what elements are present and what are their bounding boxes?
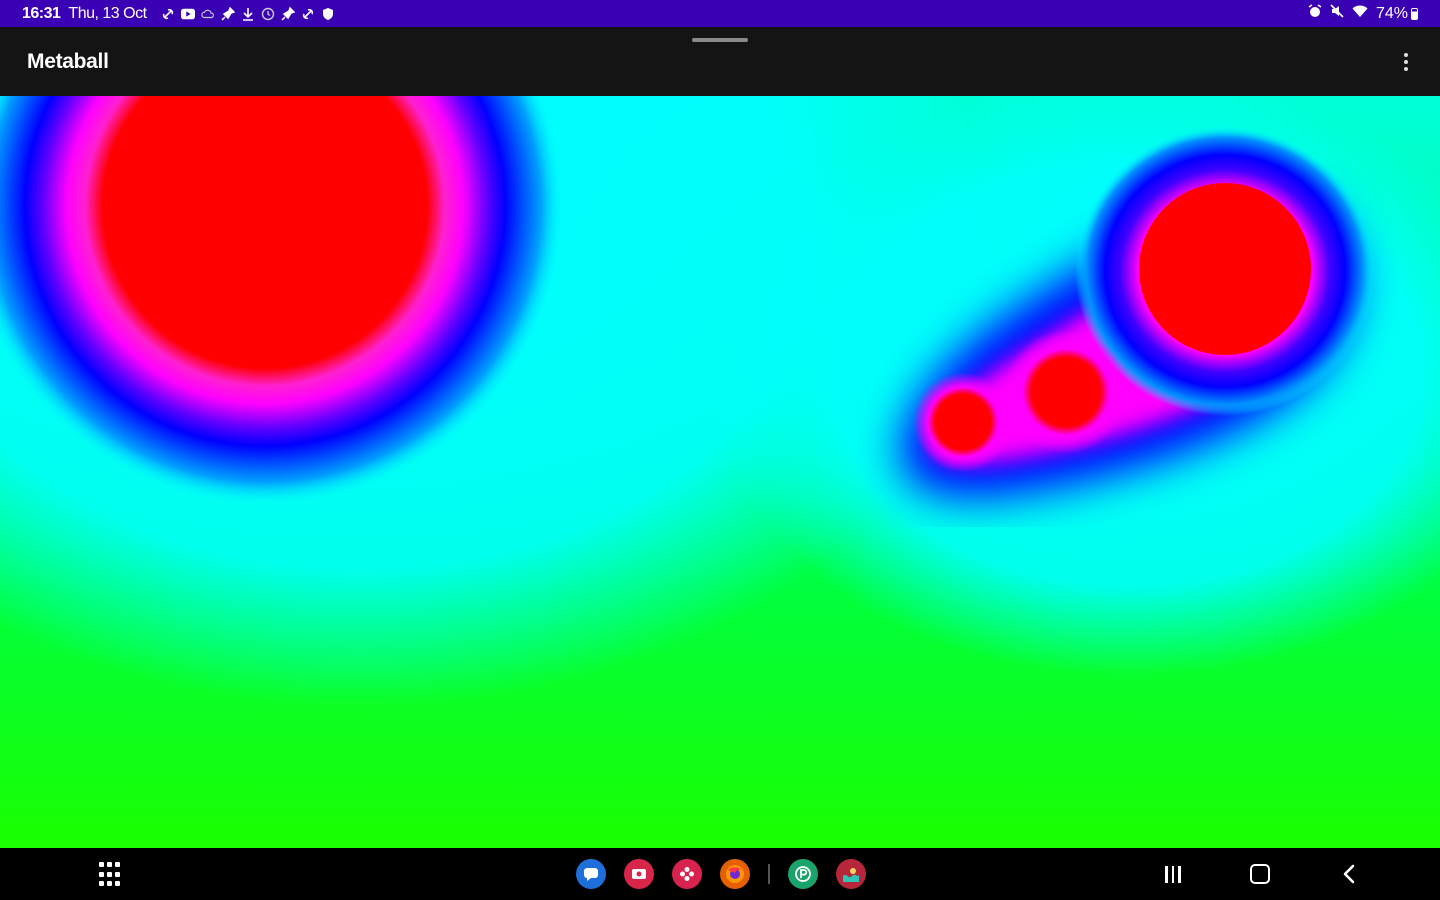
home-icon[interactable]	[1250, 864, 1270, 884]
wave-app-icon[interactable]	[836, 859, 866, 889]
p-app-icon[interactable]	[788, 859, 818, 889]
metaball-small	[913, 372, 1013, 472]
notification-icons	[161, 6, 335, 21]
recents-icon[interactable]	[1162, 864, 1184, 884]
battery-icon	[1411, 7, 1418, 20]
pin-icon	[220, 6, 235, 21]
metaball-medium	[1004, 330, 1128, 454]
status-time: 16:31	[22, 4, 61, 22]
clock-icon	[261, 7, 275, 21]
link-icon	[161, 7, 175, 21]
status-left: 16:31 Thu, 13 Oct	[22, 5, 335, 23]
back-icon[interactable]	[1338, 862, 1360, 886]
app-bar: Metaball	[0, 27, 1440, 96]
mute-icon	[1330, 4, 1344, 23]
pin-icon	[280, 6, 295, 21]
battery-percent: 74%	[1375, 4, 1408, 22]
metaball-field[interactable]	[0, 96, 1440, 848]
overflow-menu-icon[interactable]	[1396, 50, 1416, 74]
battery-indicator: 74%	[1376, 5, 1418, 23]
flower-app-icon[interactable]	[672, 859, 702, 889]
youtube-icon	[180, 7, 195, 21]
cloud-icon	[200, 7, 215, 21]
screen-recorder-icon[interactable]	[624, 859, 654, 889]
link-icon	[301, 7, 315, 21]
wifi-icon	[1352, 5, 1368, 23]
messages-icon[interactable]	[576, 859, 606, 889]
download-icon	[241, 7, 255, 21]
status-date: Thu, 13 Oct	[68, 4, 147, 22]
shield-icon	[321, 7, 335, 21]
metaball-large-right-core	[1139, 183, 1311, 355]
status-right: 74%	[1308, 4, 1418, 23]
metaball-canvas[interactable]	[0, 96, 1440, 848]
app-title: Metaball	[27, 49, 109, 73]
dock-divider	[768, 864, 770, 884]
app-drawer-icon[interactable]	[99, 862, 125, 888]
alarm-icon	[1308, 4, 1322, 23]
taskbar-dock	[576, 858, 866, 890]
status-bar: 16:31 Thu, 13 Oct 74%	[0, 0, 1440, 27]
navigation-bar	[0, 848, 1440, 900]
window-drag-handle[interactable]	[692, 38, 748, 42]
firefox-icon[interactable]	[720, 859, 750, 889]
